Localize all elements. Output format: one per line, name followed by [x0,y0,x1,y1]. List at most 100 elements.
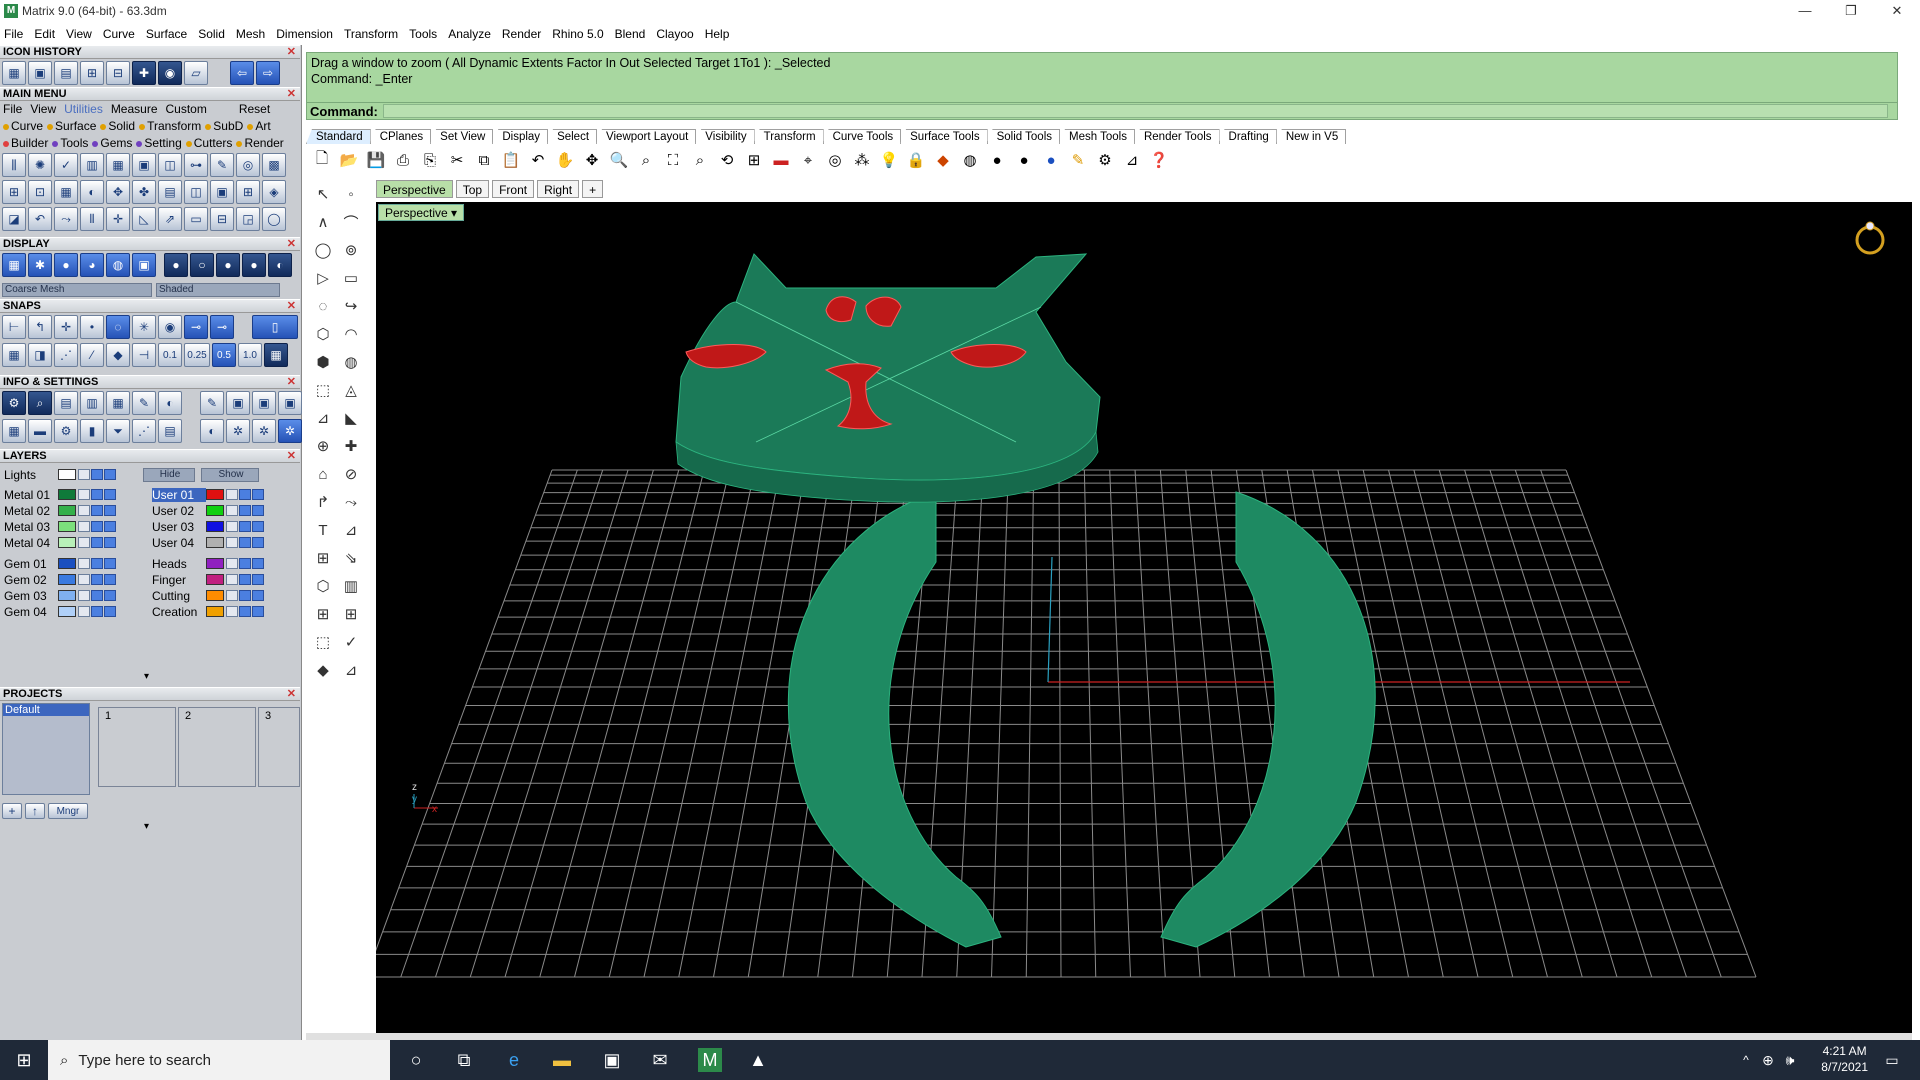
menu-render[interactable]: Render [502,27,541,41]
tool-icon[interactable]: ✎ [210,153,234,177]
layer-toggle[interactable] [239,590,251,601]
history-icon[interactable]: ▣ [28,61,52,85]
clock[interactable]: 4:21 AM 8/7/2021 [1821,1043,1868,1075]
osnap-icon[interactable]: ⁄ [80,343,104,367]
store-icon[interactable]: ▣ [600,1048,624,1072]
info-icon[interactable]: ⚙ [2,391,26,415]
draw-tool-icon[interactable]: ∧ [310,210,336,234]
lock-icon[interactable] [78,521,90,532]
layer-toggle[interactable] [252,590,264,601]
lock-icon[interactable] [78,606,90,617]
cat-gems[interactable]: Gems [92,136,132,150]
artistic-icon[interactable]: ▣ [132,253,156,277]
cut-icon[interactable]: ✂ [445,148,469,172]
layer-toggle[interactable] [239,521,251,532]
draw-tool-icon[interactable]: ⊞ [338,602,364,626]
main-menu-custom[interactable]: Custom [166,102,207,116]
viewport-tab-add[interactable]: + [582,180,604,198]
menu-dimension[interactable]: Dimension [276,27,333,41]
expand-icon[interactable]: ▾ [144,671,149,682]
layer-row[interactable]: User 02 [152,503,265,518]
draw-tool-icon[interactable]: ↪ [338,294,364,318]
draw-tool-icon[interactable]: ⌒ [338,210,364,234]
info-icon[interactable]: ⚙ [54,419,78,443]
layer-icon[interactable]: ◆ [931,148,955,172]
snap-int-icon[interactable]: ✳ [132,315,156,339]
cat-transform[interactable]: Transform [139,119,201,133]
grid-toggle-icon[interactable]: ▦ [264,343,288,367]
tool-icon[interactable]: ⊟ [210,207,234,231]
show-button[interactable]: Show [201,467,259,482]
toolbar-tab-standard[interactable]: Standard [306,129,371,144]
history-icon[interactable]: ▦ [2,61,26,85]
cat-curve[interactable]: Curve [3,119,43,133]
snap-toggle-icon[interactable]: ▯ [252,315,298,339]
blue-material-icon[interactable]: ○ [190,253,214,277]
history-icon[interactable]: ◉ [158,61,182,85]
menu-clayoo[interactable]: Clayoo [656,27,693,41]
layer-row[interactable]: Cutting [152,588,265,603]
up-icon[interactable]: ↑ [25,803,45,819]
dimension-icon[interactable]: ⊿ [1120,148,1144,172]
taskbar-search[interactable]: ⌕ Type here to search [48,1040,390,1080]
paste-icon[interactable]: 📋 [499,148,523,172]
draw-tool-icon[interactable]: ⊿ [338,518,364,542]
draw-tool-icon[interactable]: ✓ [338,630,364,654]
maximize-button[interactable]: ❐ [1828,0,1874,21]
tool-icon[interactable]: ⊡ [28,180,52,204]
viewport-tab-front[interactable]: Front [492,180,535,198]
close-icon[interactable]: ✕ [287,688,296,701]
menu-transform[interactable]: Transform [344,27,398,41]
layer-row[interactable]: Metal 01 [4,487,117,502]
settings-icon[interactable]: ◐ [268,253,292,277]
info-icon[interactable]: ✲ [252,419,276,443]
bottom-scrollbar[interactable] [306,1033,1912,1040]
info-icon[interactable]: ⋰ [132,419,156,443]
snap-point-icon[interactable]: ✛ [54,315,78,339]
draw-tool-icon[interactable]: ◦ [338,182,364,206]
snap-perp-icon[interactable]: ◉ [158,315,182,339]
lock-icon[interactable] [78,574,90,585]
snap-near-icon[interactable]: ↰ [28,315,52,339]
draw-tool-icon[interactable]: ⬚ [310,630,336,654]
snap-value-3[interactable]: 0.5 [212,343,236,367]
lock-icon[interactable] [226,489,238,500]
lock-icon[interactable] [78,489,90,500]
main-menu-measure[interactable]: Measure [111,102,158,116]
layer-toggle[interactable] [104,521,116,532]
tool-icon[interactable]: ◫ [184,180,208,204]
gold-material-icon[interactable]: ● [164,253,188,277]
arrow-left-icon[interactable]: ⇦ [230,61,254,85]
tool-icon[interactable]: ⫼ [2,153,26,177]
info-icon[interactable]: ▥ [80,391,104,415]
save-icon[interactable]: 💾 [364,148,388,172]
print-icon[interactable]: ⎙ [391,148,415,172]
sphere-icon[interactable]: ● [216,253,240,277]
toolbar-tab-curve-tools[interactable]: Curve Tools [822,129,902,144]
tool-icon[interactable]: ◐ [80,180,104,204]
points-icon[interactable]: ⁂ [850,148,874,172]
draw-tool-icon[interactable]: ⊞ [310,602,336,626]
tool-icon[interactable]: ⫴ [80,207,104,231]
snap-quad-icon[interactable]: ⊸ [210,315,234,339]
layer-color-swatch[interactable] [206,590,224,601]
snap-end-icon[interactable]: ⊢ [2,315,26,339]
tool-icon[interactable]: ⇗ [158,207,182,231]
snap-tan-icon[interactable]: ⊸ [184,315,208,339]
lock-icon[interactable] [226,521,238,532]
main-menu-utilities[interactable]: Utilities [64,102,103,116]
draw-tool-icon[interactable]: ▭ [338,266,364,290]
draw-tool-icon[interactable]: ⌂ [310,462,336,486]
tool-icon[interactable]: ◪ [2,207,26,231]
layer-row[interactable]: User 01 [152,487,265,502]
info-icon[interactable]: ▤ [158,419,182,443]
layer-toggle[interactable] [104,469,116,480]
info-icon[interactable]: ▦ [2,419,26,443]
minimize-button[interactable]: — [1782,0,1828,21]
command-input[interactable] [383,104,1888,118]
snap-value-2[interactable]: 0.25 [184,343,210,367]
draw-tool-icon[interactable]: ⊿ [338,658,364,682]
layer-toggle[interactable] [91,606,103,617]
toolbar-tab-mesh-tools[interactable]: Mesh Tools [1059,129,1135,144]
draw-tool-icon[interactable]: ⬡ [310,574,336,598]
